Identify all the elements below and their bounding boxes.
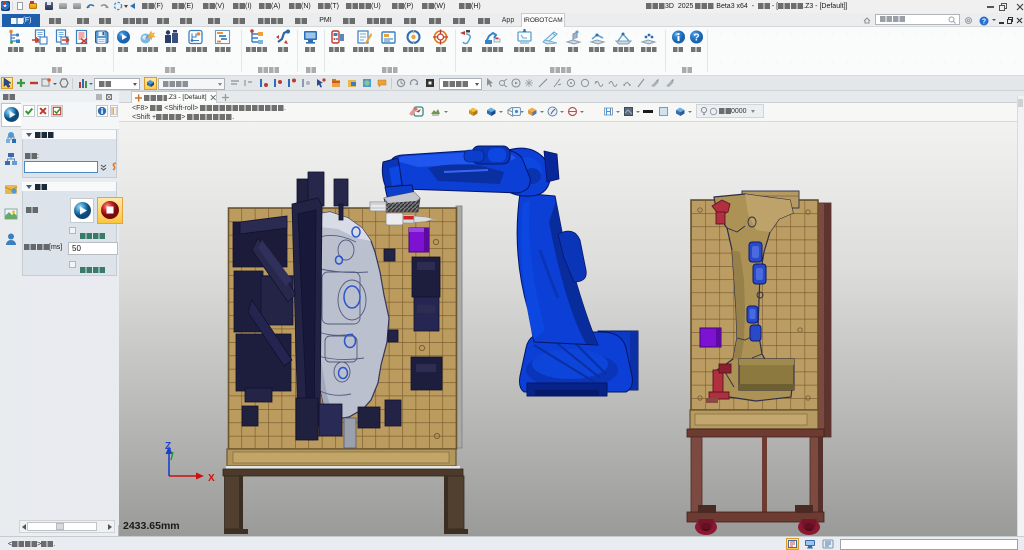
svg-text:X: X: [208, 473, 215, 484]
svg-text:Z: Z: [165, 441, 171, 452]
